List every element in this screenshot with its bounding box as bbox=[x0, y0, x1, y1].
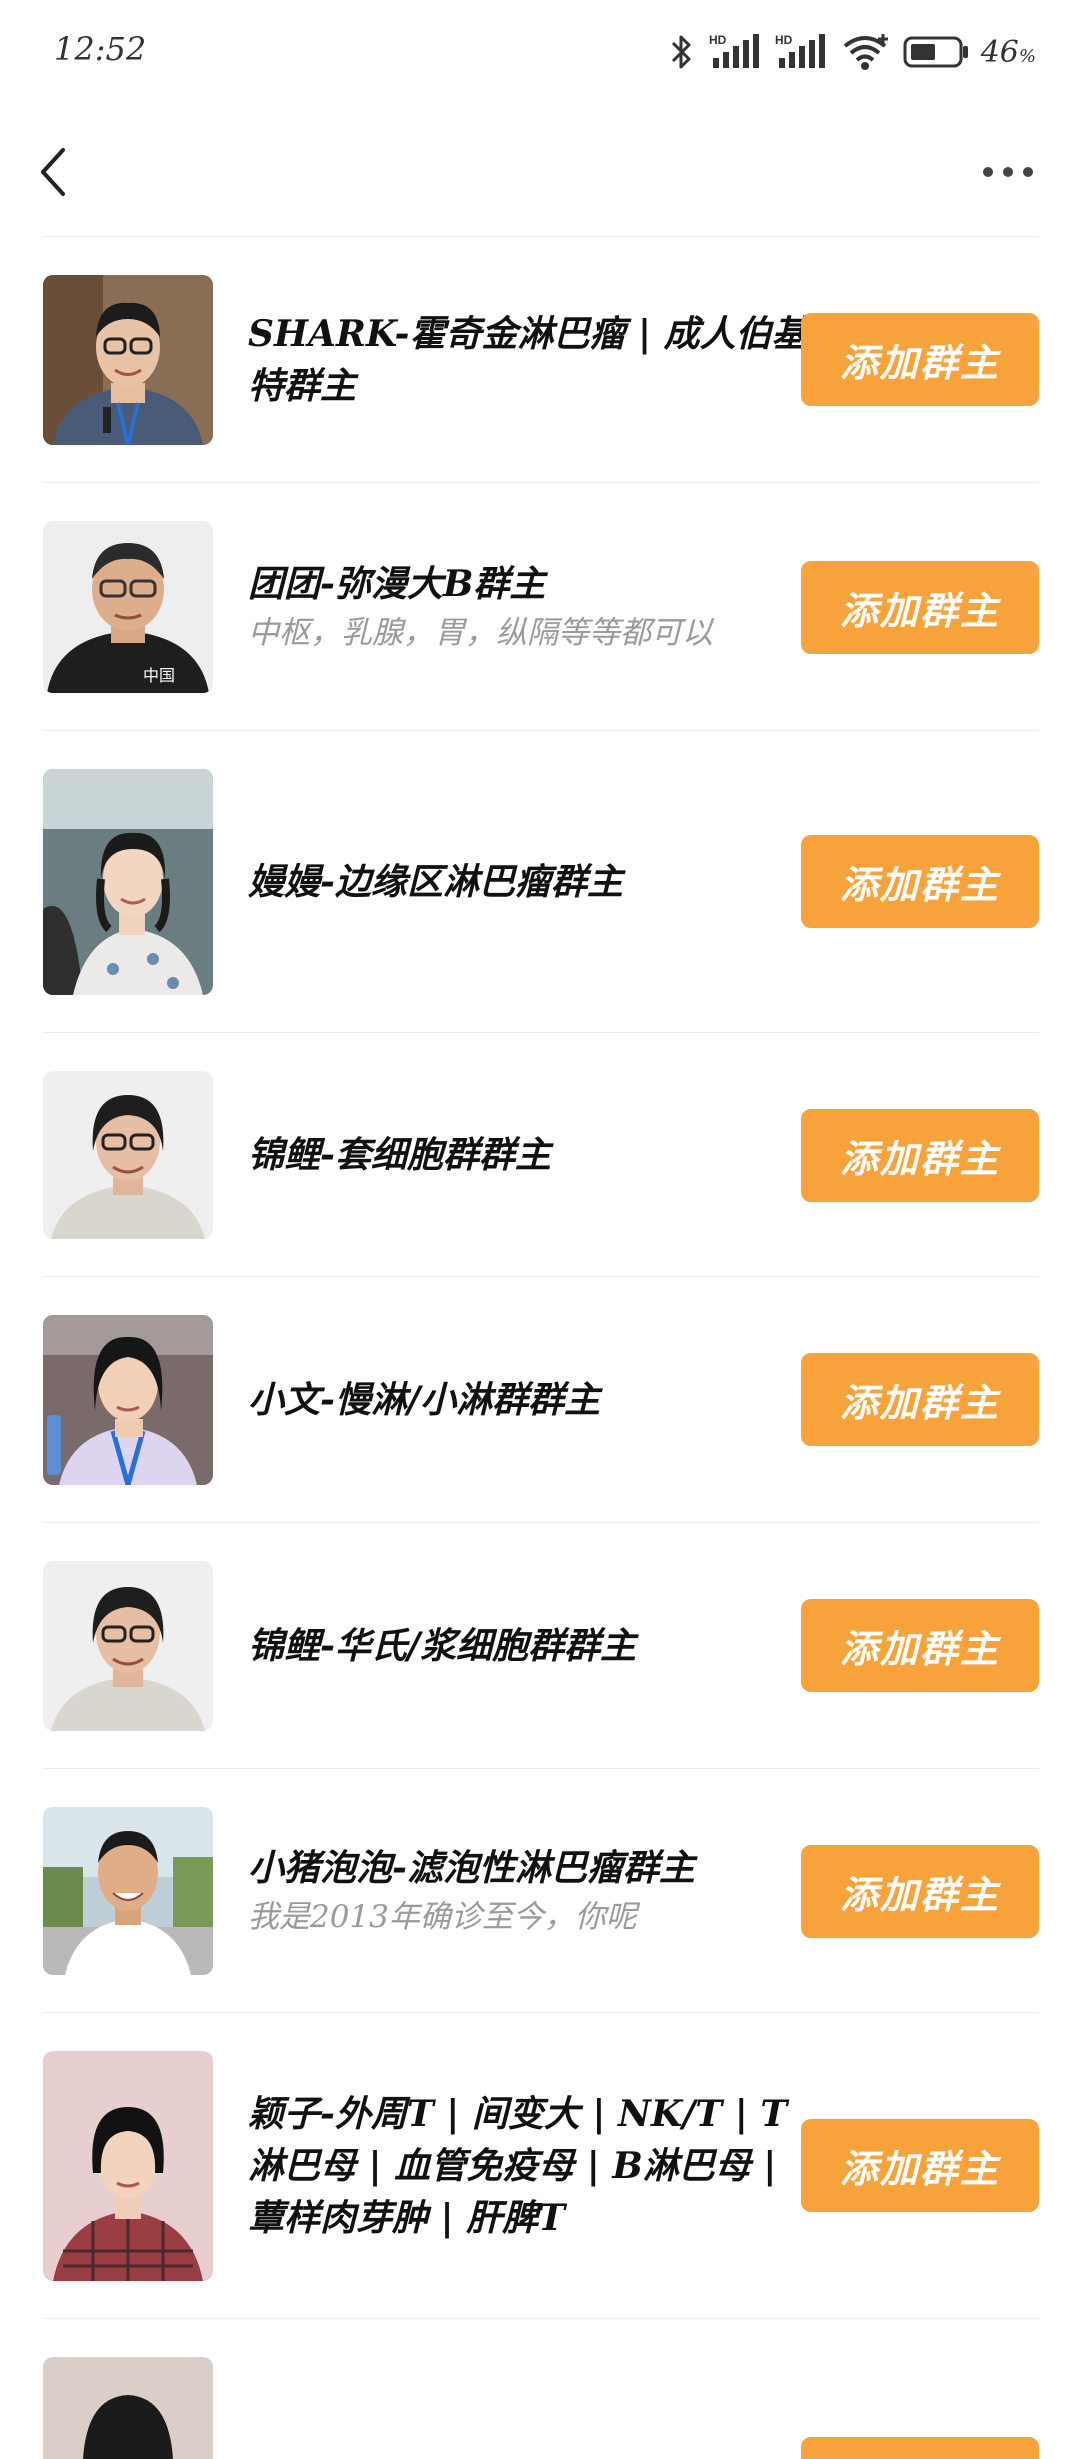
list-item bbox=[43, 2319, 1039, 2459]
item-text: 锦鲤-华氏/浆细胞群群主 bbox=[248, 1523, 808, 1769]
more-dots-icon bbox=[983, 167, 1033, 177]
list-item: SHARK-霍奇金淋巴瘤 | 成人伯基特群主 添加群主 bbox=[43, 237, 1039, 483]
item-text: 小文-慢淋/小淋群群主 bbox=[248, 1277, 808, 1523]
avatar: 中国 bbox=[43, 521, 213, 693]
more-options-button[interactable] bbox=[976, 152, 1040, 192]
list-item: 嫚嫚-边缘区淋巴瘤群主 添加群主 bbox=[43, 731, 1039, 1033]
add-group-owner-button[interactable]: 添加群主 bbox=[801, 313, 1039, 406]
battery-percent-unit: % bbox=[1018, 45, 1036, 67]
item-text: 嫚嫚-边缘区淋巴瘤群主 bbox=[248, 731, 808, 1033]
item-text: SHARK-霍奇金淋巴瘤 | 成人伯基特群主 bbox=[248, 237, 808, 483]
avatar bbox=[43, 1807, 213, 1975]
status-icons: HD HD 46% bbox=[667, 28, 1036, 76]
status-time: 12:52 bbox=[54, 30, 147, 68]
back-button[interactable] bbox=[28, 140, 78, 204]
add-group-owner-button[interactable]: 添加群主 bbox=[801, 835, 1039, 928]
item-text: 团团-弥漫大B群主 中枢，乳腺，胃，纵隔等等都可以 bbox=[248, 483, 808, 731]
item-title: 锦鲤-华氏/浆细胞群群主 bbox=[248, 1625, 637, 1667]
svg-text:中国: 中国 bbox=[143, 667, 175, 685]
add-group-owner-button[interactable]: 添加群主 bbox=[801, 1845, 1039, 1938]
list-item: 小文-慢淋/小淋群群主 添加群主 bbox=[43, 1277, 1039, 1523]
item-title: 颖子-外周T | 间变大 | NK/T | T淋巴母 | 血管免疫母 | B淋巴… bbox=[248, 2093, 788, 2239]
avatar bbox=[43, 2051, 213, 2281]
item-title: 小猪泡泡-滤泡性淋巴瘤群主 bbox=[248, 1847, 695, 1889]
item-title: SHARK-霍奇金淋巴瘤 | 成人伯基特群主 bbox=[248, 313, 808, 407]
item-title: 小文-慢淋/小淋群群主 bbox=[248, 1379, 601, 1421]
add-group-owner-button[interactable]: 添加群主 bbox=[801, 1353, 1039, 1446]
nav-bar bbox=[0, 104, 1080, 236]
avatar bbox=[43, 1315, 213, 1485]
add-group-owner-button[interactable]: 添加群主 bbox=[801, 2119, 1039, 2212]
list-item: 锦鲤-华氏/浆细胞群群主 添加群主 bbox=[43, 1523, 1039, 1769]
item-text: 小猪泡泡-滤泡性淋巴瘤群主 我是2013年确诊至今，你呢 bbox=[248, 1769, 808, 2013]
signal-1-icon: HD bbox=[709, 32, 763, 72]
avatar bbox=[43, 769, 213, 995]
battery-percent-value: 46 bbox=[980, 34, 1019, 70]
chevron-left-icon bbox=[41, 148, 65, 196]
item-title: 嫚嫚-边缘区淋巴瘤群主 bbox=[248, 861, 623, 903]
avatar bbox=[43, 1071, 213, 1239]
add-group-owner-button[interactable]: 添加群主 bbox=[801, 561, 1039, 654]
avatar bbox=[43, 1561, 213, 1731]
list-item: 小猪泡泡-滤泡性淋巴瘤群主 我是2013年确诊至今，你呢 添加群主 bbox=[43, 1769, 1039, 2013]
hd-label-1: HD bbox=[709, 33, 727, 47]
item-title: 锦鲤-套细胞群群主 bbox=[248, 1134, 551, 1176]
wifi-icon bbox=[841, 32, 891, 72]
list-item: 中国 团团-弥漫大B群主 中枢，乳腺，胃，纵隔等等都可以 添加群主 bbox=[43, 483, 1039, 731]
avatar bbox=[43, 275, 213, 445]
item-text: 颖子-外周T | 间变大 | NK/T | T淋巴母 | 血管免疫母 | B淋巴… bbox=[248, 2013, 808, 2319]
add-group-owner-button[interactable]: 添加群主 bbox=[801, 1599, 1039, 1692]
add-group-owner-button[interactable] bbox=[801, 2437, 1039, 2459]
hd-label-2: HD bbox=[775, 33, 793, 47]
signal-2-icon: HD bbox=[775, 32, 829, 72]
battery-icon bbox=[903, 35, 969, 69]
item-text: 锦鲤-套细胞群群主 bbox=[248, 1033, 808, 1277]
item-subtitle: 我是2013年确诊至今，你呢 bbox=[248, 1899, 637, 1935]
item-subtitle: 中枢，乳腺，胃，纵隔等等都可以 bbox=[248, 615, 713, 651]
group-owner-list: SHARK-霍奇金淋巴瘤 | 成人伯基特群主 添加群主 中国 团团-弥漫大B群主… bbox=[43, 236, 1039, 2459]
avatar bbox=[43, 2357, 213, 2459]
list-item: 锦鲤-套细胞群群主 添加群主 bbox=[43, 1033, 1039, 1277]
list-item: 颖子-外周T | 间变大 | NK/T | T淋巴母 | 血管免疫母 | B淋巴… bbox=[43, 2013, 1039, 2319]
bluetooth-icon bbox=[667, 32, 697, 72]
status-bar: 12:52 HD HD 46% bbox=[0, 0, 1080, 104]
item-title: 团团-弥漫大B群主 bbox=[248, 563, 546, 605]
add-group-owner-button[interactable]: 添加群主 bbox=[801, 1109, 1039, 1202]
battery-percent: 46% bbox=[981, 35, 1036, 70]
